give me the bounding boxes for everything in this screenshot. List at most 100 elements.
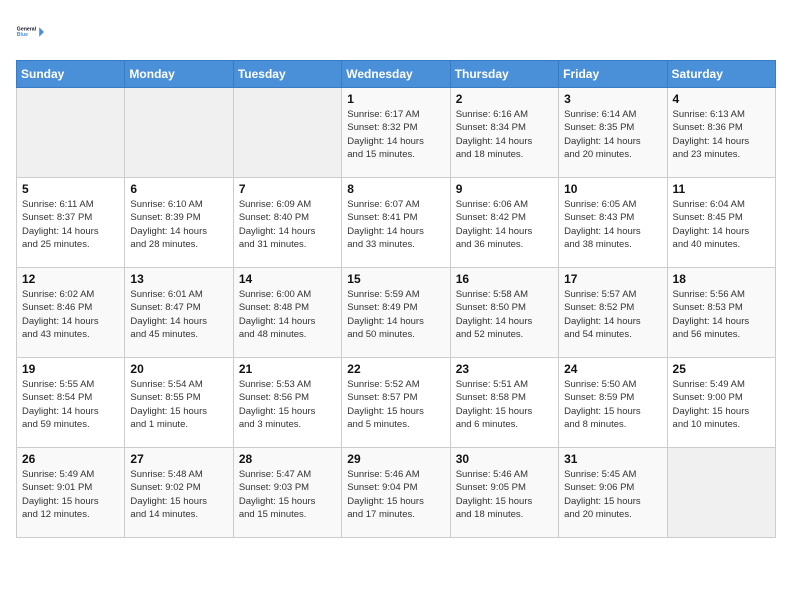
- calendar-cell: 23Sunrise: 5:51 AM Sunset: 8:58 PM Dayli…: [450, 358, 558, 448]
- day-info: Sunrise: 5:50 AM Sunset: 8:59 PM Dayligh…: [564, 378, 661, 431]
- calendar-week-2: 12 Sunrise: 6:02 AM Sunset: 8:46 PM Dayli…: [17, 268, 776, 358]
- day-info: Sunrise: 6:10 AM Sunset: 8:39 PM Dayligh…: [130, 198, 227, 251]
- calendar-cell: 9Sunrise: 6:06 AM Sunset: 8:42 PM Daylig…: [450, 178, 558, 268]
- day-info: Sunrise: 6:05 AM Sunset: 8:43 PM Dayligh…: [564, 198, 661, 251]
- calendar-week-3: 19Sunrise: 5:55 AM Sunset: 8:54 PM Dayli…: [17, 358, 776, 448]
- calendar-cell: [17, 88, 125, 178]
- day-info: Sunrise: 6:16 AM Sunset: 8:34 PM Dayligh…: [456, 108, 553, 161]
- day-number: 16: [456, 272, 553, 286]
- calendar-cell: 11 Sunrise: 6:04 AM Sunset: 8:45 PM Dayli…: [667, 178, 775, 268]
- calendar-cell: 13 Sunrise: 6:01 AM Sunset: 8:47 PM Dayli…: [125, 268, 233, 358]
- calendar-cell: 5Sunrise: 6:11 AM Sunset: 8:37 PM Daylig…: [17, 178, 125, 268]
- weekday-header-monday: Monday: [125, 61, 233, 88]
- day-info: Sunrise: 5:53 AM Sunset: 8:56 PM Dayligh…: [239, 378, 336, 431]
- day-number: 5: [22, 182, 119, 196]
- day-info: Sunrise: 6:02 AM Sunset: 8:46 PM Dayligh…: [22, 288, 119, 341]
- logo-icon: GeneralBlue: [16, 16, 48, 48]
- calendar-cell: 18 Sunrise: 5:56 AM Sunset: 8:53 PM Dayli…: [667, 268, 775, 358]
- day-number: 1: [347, 92, 444, 106]
- calendar-cell: 17 Sunrise: 5:57 AM Sunset: 8:52 PM Dayli…: [559, 268, 667, 358]
- day-number: 27: [130, 452, 227, 466]
- day-number: 15: [347, 272, 444, 286]
- calendar-table: SundayMondayTuesdayWednesdayThursdayFrid…: [16, 60, 776, 538]
- calendar-cell: 20 Sunrise: 5:54 AM Sunset: 8:55 PM Dayli…: [125, 358, 233, 448]
- day-number: 26: [22, 452, 119, 466]
- day-info: Sunrise: 6:07 AM Sunset: 8:41 PM Dayligh…: [347, 198, 444, 251]
- day-info: Sunrise: 5:49 AM Sunset: 9:00 PM Dayligh…: [673, 378, 770, 431]
- day-number: 6: [130, 182, 227, 196]
- calendar-body: 1 Sunrise: 6:17 AM Sunset: 8:32 PM Daylig…: [17, 88, 776, 538]
- weekday-header-wednesday: Wednesday: [342, 61, 450, 88]
- calendar-cell: [125, 88, 233, 178]
- weekday-header-friday: Friday: [559, 61, 667, 88]
- calendar-cell: 1 Sunrise: 6:17 AM Sunset: 8:32 PM Daylig…: [342, 88, 450, 178]
- day-info: Sunrise: 5:57 AM Sunset: 8:52 PM Dayligh…: [564, 288, 661, 341]
- calendar-cell: 29 Sunrise: 5:46 AM Sunset: 9:04 PM Dayli…: [342, 448, 450, 538]
- day-info: Sunrise: 5:46 AM Sunset: 9:04 PM Dayligh…: [347, 468, 444, 521]
- calendar-cell: 30 Sunrise: 5:46 AM Sunset: 9:05 PM Dayli…: [450, 448, 558, 538]
- day-info: Sunrise: 5:58 AM Sunset: 8:50 PM Dayligh…: [456, 288, 553, 341]
- calendar-cell: 31 Sunrise: 5:45 AM Sunset: 9:06 PM Dayli…: [559, 448, 667, 538]
- weekday-header-thursday: Thursday: [450, 61, 558, 88]
- day-number: 31: [564, 452, 661, 466]
- day-info: Sunrise: 5:46 AM Sunset: 9:05 PM Dayligh…: [456, 468, 553, 521]
- day-info: Sunrise: 5:54 AM Sunset: 8:55 PM Dayligh…: [130, 378, 227, 431]
- calendar-week-1: 5Sunrise: 6:11 AM Sunset: 8:37 PM Daylig…: [17, 178, 776, 268]
- day-number: 18: [673, 272, 770, 286]
- calendar-cell: 15 Sunrise: 5:59 AM Sunset: 8:49 PM Dayli…: [342, 268, 450, 358]
- calendar-cell: [233, 88, 341, 178]
- day-number: 28: [239, 452, 336, 466]
- calendar-cell: 7Sunrise: 6:09 AM Sunset: 8:40 PM Daylig…: [233, 178, 341, 268]
- day-number: 20: [130, 362, 227, 376]
- day-info: Sunrise: 6:06 AM Sunset: 8:42 PM Dayligh…: [456, 198, 553, 251]
- calendar-cell: 26 Sunrise: 5:49 AM Sunset: 9:01 PM Dayli…: [17, 448, 125, 538]
- day-info: Sunrise: 5:47 AM Sunset: 9:03 PM Dayligh…: [239, 468, 336, 521]
- day-info: Sunrise: 6:01 AM Sunset: 8:47 PM Dayligh…: [130, 288, 227, 341]
- day-info: Sunrise: 5:45 AM Sunset: 9:06 PM Dayligh…: [564, 468, 661, 521]
- day-number: 25: [673, 362, 770, 376]
- weekday-header-saturday: Saturday: [667, 61, 775, 88]
- day-info: Sunrise: 6:04 AM Sunset: 8:45 PM Dayligh…: [673, 198, 770, 251]
- day-number: 4: [673, 92, 770, 106]
- calendar-week-0: 1 Sunrise: 6:17 AM Sunset: 8:32 PM Daylig…: [17, 88, 776, 178]
- day-number: 22: [347, 362, 444, 376]
- weekday-header-tuesday: Tuesday: [233, 61, 341, 88]
- day-info: Sunrise: 5:56 AM Sunset: 8:53 PM Dayligh…: [673, 288, 770, 341]
- calendar-cell: 21Sunrise: 5:53 AM Sunset: 8:56 PM Dayli…: [233, 358, 341, 448]
- calendar-cell: 2Sunrise: 6:16 AM Sunset: 8:34 PM Daylig…: [450, 88, 558, 178]
- day-number: 11: [673, 182, 770, 196]
- day-number: 12: [22, 272, 119, 286]
- day-number: 30: [456, 452, 553, 466]
- day-info: Sunrise: 5:48 AM Sunset: 9:02 PM Dayligh…: [130, 468, 227, 521]
- day-number: 13: [130, 272, 227, 286]
- day-number: 8: [347, 182, 444, 196]
- day-number: 29: [347, 452, 444, 466]
- day-number: 24: [564, 362, 661, 376]
- calendar-cell: 6 Sunrise: 6:10 AM Sunset: 8:39 PM Daylig…: [125, 178, 233, 268]
- day-info: Sunrise: 6:00 AM Sunset: 8:48 PM Dayligh…: [239, 288, 336, 341]
- calendar-cell: 10 Sunrise: 6:05 AM Sunset: 8:43 PM Dayli…: [559, 178, 667, 268]
- calendar-cell: 16 Sunrise: 5:58 AM Sunset: 8:50 PM Dayli…: [450, 268, 558, 358]
- calendar-cell: 8 Sunrise: 6:07 AM Sunset: 8:41 PM Daylig…: [342, 178, 450, 268]
- calendar-header: SundayMondayTuesdayWednesdayThursdayFrid…: [17, 61, 776, 88]
- day-info: Sunrise: 6:17 AM Sunset: 8:32 PM Dayligh…: [347, 108, 444, 161]
- calendar-cell: 4 Sunrise: 6:13 AM Sunset: 8:36 PM Daylig…: [667, 88, 775, 178]
- weekday-header-sunday: Sunday: [17, 61, 125, 88]
- day-info: Sunrise: 5:59 AM Sunset: 8:49 PM Dayligh…: [347, 288, 444, 341]
- svg-text:Blue: Blue: [17, 32, 28, 38]
- calendar-cell: 28 Sunrise: 5:47 AM Sunset: 9:03 PM Dayli…: [233, 448, 341, 538]
- day-info: Sunrise: 6:14 AM Sunset: 8:35 PM Dayligh…: [564, 108, 661, 161]
- day-info: Sunrise: 5:55 AM Sunset: 8:54 PM Dayligh…: [22, 378, 119, 431]
- day-number: 10: [564, 182, 661, 196]
- calendar-cell: 27 Sunrise: 5:48 AM Sunset: 9:02 PM Dayli…: [125, 448, 233, 538]
- calendar-cell: 12 Sunrise: 6:02 AM Sunset: 8:46 PM Dayli…: [17, 268, 125, 358]
- day-number: 17: [564, 272, 661, 286]
- calendar-cell: 3Sunrise: 6:14 AM Sunset: 8:35 PM Daylig…: [559, 88, 667, 178]
- calendar-cell: [667, 448, 775, 538]
- calendar-cell: 24 Sunrise: 5:50 AM Sunset: 8:59 PM Dayli…: [559, 358, 667, 448]
- calendar-cell: 22 Sunrise: 5:52 AM Sunset: 8:57 PM Dayli…: [342, 358, 450, 448]
- day-info: Sunrise: 6:13 AM Sunset: 8:36 PM Dayligh…: [673, 108, 770, 161]
- day-info: Sunrise: 5:49 AM Sunset: 9:01 PM Dayligh…: [22, 468, 119, 521]
- day-number: 23: [456, 362, 553, 376]
- day-info: Sunrise: 5:52 AM Sunset: 8:57 PM Dayligh…: [347, 378, 444, 431]
